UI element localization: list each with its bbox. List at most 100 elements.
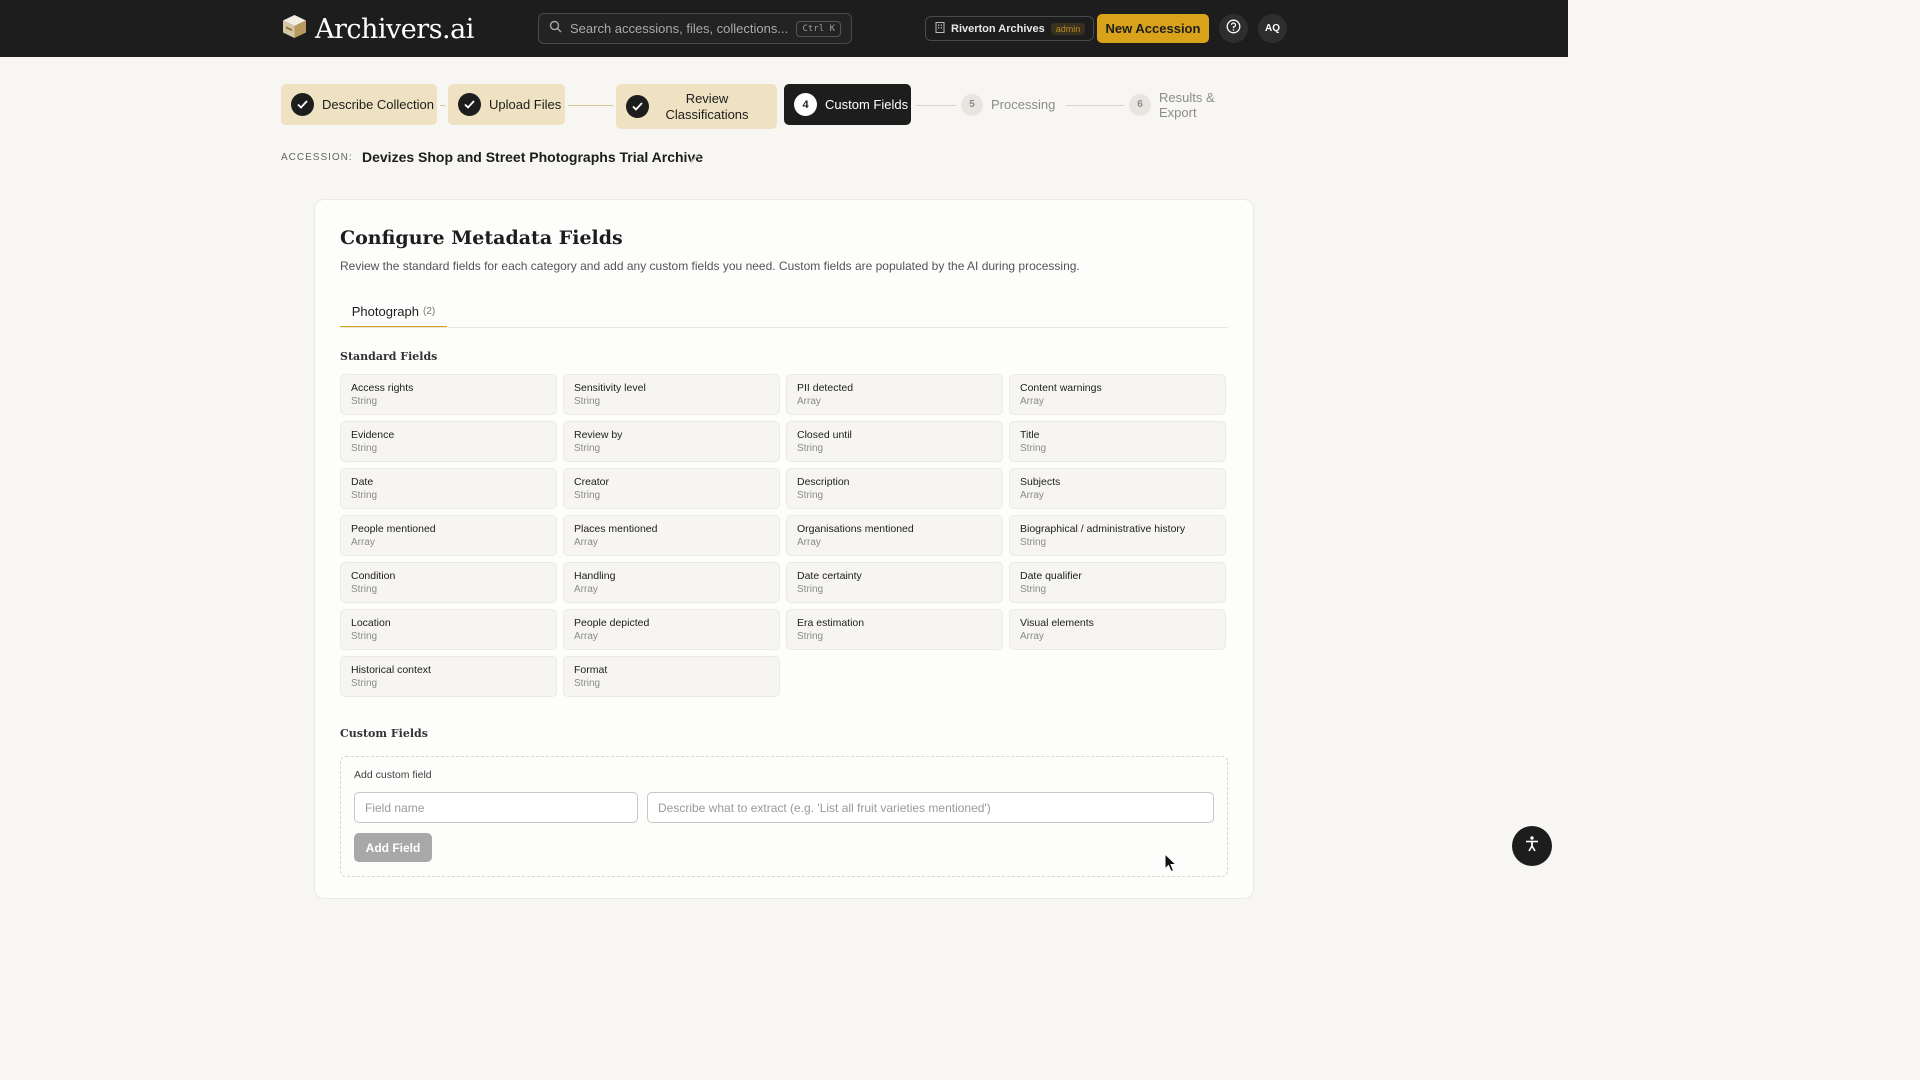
standard-field: Closed until String xyxy=(786,421,1003,462)
step-review-classifications[interactable]: Review Classifications xyxy=(616,84,777,129)
field-type: Array xyxy=(1020,396,1044,407)
help-button[interactable] xyxy=(1219,14,1248,43)
field-type: String xyxy=(574,490,601,501)
field-type: String xyxy=(351,584,378,595)
add-field-button[interactable]: Add Field xyxy=(354,833,432,862)
field-type: Array xyxy=(1020,490,1044,501)
field-type: String xyxy=(1020,443,1047,454)
global-search[interactable]: Search accessions, files, collections...… xyxy=(538,13,852,44)
field-name: People depicted xyxy=(574,617,650,629)
standard-field: Location String xyxy=(340,609,557,650)
standard-field: Visual elements Array xyxy=(1009,609,1226,650)
standard-field: Date String xyxy=(340,468,557,509)
field-type: Array xyxy=(574,584,598,595)
field-name: Subjects xyxy=(1020,476,1061,488)
step-label: Results & Export xyxy=(1159,89,1215,120)
step-label: Review Classifications xyxy=(665,90,749,122)
building-icon xyxy=(935,20,945,38)
field-name: Format xyxy=(574,664,608,676)
field-type: String xyxy=(351,396,378,407)
logo[interactable]: Archivers.ai xyxy=(281,13,474,45)
search-icon xyxy=(549,20,562,38)
standard-fields-heading: Standard Fields xyxy=(340,350,438,363)
custom-fields-heading: Custom Fields xyxy=(340,727,428,740)
field-type: String xyxy=(574,396,601,407)
mouse-pointer-icon xyxy=(1164,852,1178,878)
field-name: Date xyxy=(351,476,374,488)
card-description: Review the standard fields for each cate… xyxy=(340,259,1080,273)
standard-field: Access rights String xyxy=(340,374,557,415)
standard-field: Date certainty String xyxy=(786,562,1003,603)
card-title: Configure Metadata Fields xyxy=(340,227,623,249)
standard-field: Format String xyxy=(563,656,780,697)
org-switcher[interactable]: Riverton Archives admin xyxy=(925,16,1095,41)
standard-field: Title String xyxy=(1009,421,1226,462)
standard-field: Era estimation String xyxy=(786,609,1003,650)
field-name: Evidence xyxy=(351,429,395,441)
step-connector xyxy=(568,105,613,106)
standard-field: Review by String xyxy=(563,421,780,462)
logo-text: Archivers.ai xyxy=(315,13,474,45)
search-shortcut-hint: Ctrl K xyxy=(796,20,841,37)
field-type: String xyxy=(797,584,824,595)
field-type: String xyxy=(797,443,824,454)
field-type: Array xyxy=(574,537,598,548)
step-label: Processing xyxy=(991,97,1056,112)
field-type: String xyxy=(574,443,601,454)
field-type: Array xyxy=(1020,631,1044,642)
step-connector xyxy=(440,105,445,106)
field-name-input[interactable] xyxy=(354,792,638,823)
field-name: Description xyxy=(797,476,850,488)
field-type: String xyxy=(351,678,378,689)
new-accession-button[interactable]: New Accession xyxy=(1097,14,1209,43)
step-results-export: 6 Results & Export xyxy=(1129,84,1254,125)
step-describe-collection[interactable]: Describe Collection xyxy=(281,84,437,125)
step-number: 6 xyxy=(1129,93,1151,116)
field-name: Creator xyxy=(574,476,610,488)
standard-field: Content warnings Array xyxy=(1009,374,1226,415)
standard-field: Places mentioned Array xyxy=(563,515,780,556)
standard-field: Sensitivity level String xyxy=(563,374,780,415)
accession-label: ACCESSION: xyxy=(281,152,353,163)
check-icon xyxy=(626,95,649,118)
standard-field: People depicted Array xyxy=(563,609,780,650)
field-description-input[interactable] xyxy=(647,792,1214,823)
check-icon xyxy=(291,93,314,116)
field-type: String xyxy=(574,678,601,689)
field-name: Location xyxy=(351,617,391,629)
org-name: Riverton Archives xyxy=(951,22,1045,35)
field-name: Condition xyxy=(351,570,396,582)
step-processing: 5 Processing xyxy=(961,84,1061,125)
field-name: Review by xyxy=(574,429,623,441)
field-name: Visual elements xyxy=(1020,617,1094,629)
field-type: String xyxy=(797,631,824,642)
field-name: Handling xyxy=(574,570,616,582)
step-label: Describe Collection xyxy=(322,97,434,112)
standard-field: PII detected Array xyxy=(786,374,1003,415)
step-number: 4 xyxy=(794,93,817,116)
field-type: Array xyxy=(797,537,821,548)
field-name: Biographical / administrative history xyxy=(1020,523,1186,535)
field-type: String xyxy=(351,443,378,454)
step-upload-files[interactable]: Upload Files xyxy=(448,84,565,125)
field-name: Era estimation xyxy=(797,617,865,629)
field-type: Array xyxy=(797,396,821,407)
field-type: String xyxy=(351,490,378,501)
tab-photograph[interactable]: Photograph (2) xyxy=(340,296,447,328)
field-name: PII detected xyxy=(797,382,854,394)
standard-field: Date qualifier String xyxy=(1009,562,1226,603)
standard-fields-grid: Access rights String Sensitivity level Stri… xyxy=(340,374,1228,697)
pencil-icon[interactable] xyxy=(689,151,699,169)
org-role-badge: admin xyxy=(1050,22,1086,35)
user-avatar[interactable]: AQ xyxy=(1258,14,1287,43)
help-circle-icon xyxy=(1226,19,1241,39)
archive-box-icon xyxy=(281,13,308,45)
step-custom-fields[interactable]: 4 Custom Fields xyxy=(784,84,911,125)
accessibility-button[interactable] xyxy=(1512,826,1552,866)
standard-field: Handling Array xyxy=(563,562,780,603)
field-name: Organisations mentioned xyxy=(797,523,914,535)
field-name: People mentioned xyxy=(351,523,436,535)
field-type: Array xyxy=(351,537,375,548)
field-type: Array xyxy=(574,631,598,642)
add-custom-field-label: Add custom field xyxy=(354,769,432,781)
